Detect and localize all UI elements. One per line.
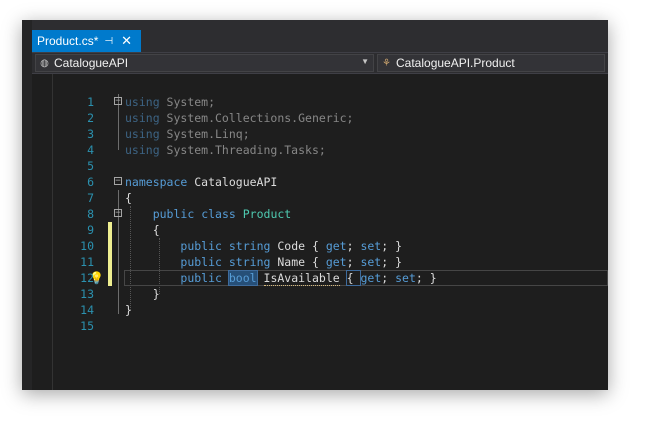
type-dropdown[interactable]: ⚘ CatalogueAPI.Product <box>377 54 605 72</box>
code-line[interactable]: 7 { <box>32 190 608 206</box>
code-text: using System.Linq; <box>125 127 250 141</box>
line-number: 3 <box>87 127 94 141</box>
code-text: } <box>125 303 132 317</box>
property-name: IsAvailable <box>263 271 340 286</box>
line-number: 5 <box>87 159 94 173</box>
code-line[interactable]: 8 − public class Product <box>32 206 608 222</box>
line-number: 10 <box>80 239 94 253</box>
code-line[interactable]: 13 } <box>32 286 608 302</box>
code-text: public class Product <box>152 207 292 221</box>
code-editor[interactable]: 💡 1 − using System; 2 using System.Colle… <box>32 74 608 390</box>
line-number: 13 <box>80 287 94 301</box>
line-number: 15 <box>80 319 94 333</box>
line-number: 7 <box>87 191 94 205</box>
code-text: { <box>125 191 132 205</box>
line-number: 9 <box>87 223 94 237</box>
collapse-icon[interactable]: − <box>114 97 122 106</box>
line-number: 1 <box>87 95 94 109</box>
tool-window-strip[interactable] <box>22 20 32 390</box>
code-line[interactable]: 2 using System.Collections.Generic; <box>32 110 608 126</box>
line-number: 4 <box>87 143 94 157</box>
code-line[interactable]: 6 − namespace CatalogueAPI <box>32 174 608 190</box>
code-line[interactable]: 3 using System.Linq; <box>32 126 608 142</box>
tab-title: Product.cs* <box>37 34 99 48</box>
navigation-bar: ◍ CatalogueAPI ▼ ⚘ CatalogueAPI.Product <box>32 52 608 74</box>
code-line[interactable]: 9 { <box>32 222 608 238</box>
project-dropdown-value: CatalogueAPI <box>54 56 129 70</box>
line-number: 11 <box>80 255 94 269</box>
code-text: using System.Threading.Tasks; <box>125 143 326 157</box>
line-number: 2 <box>87 111 94 125</box>
namespace-icon: ◍ <box>40 57 49 69</box>
close-icon[interactable]: ✕ <box>121 34 132 49</box>
collapse-icon[interactable]: − <box>114 209 122 218</box>
code-line-current[interactable]: 12 public bool IsAvailable { get; set; } <box>32 270 608 286</box>
code-text: using System.Collections.Generic; <box>125 111 354 125</box>
line-number: 14 <box>80 303 94 317</box>
code-text: { <box>152 223 160 237</box>
code-line[interactable]: 15 <box>32 318 608 334</box>
code-line[interactable]: 14 } <box>32 302 608 318</box>
code-text: public string Name { get; set; } <box>180 255 403 269</box>
code-line[interactable]: 11 public string Name { get; set; } <box>32 254 608 270</box>
document-tab-bar: Product.cs* ⊣ ✕ <box>32 30 608 52</box>
project-dropdown[interactable]: ◍ CatalogueAPI ▼ <box>35 54 374 72</box>
type-dropdown-value: CatalogueAPI.Product <box>396 56 515 70</box>
pin-icon[interactable]: ⊣ <box>104 36 113 47</box>
collapse-icon[interactable]: − <box>114 177 122 186</box>
code-text: public bool IsAvailable { get; set; } <box>180 270 437 286</box>
line-number: 12 <box>80 271 94 285</box>
line-number: 8 <box>87 207 94 221</box>
chevron-down-icon[interactable]: ▼ <box>361 57 369 66</box>
line-number: 6 <box>87 175 94 189</box>
code-text: public string Code { get; set; } <box>180 239 403 253</box>
tab-product-cs[interactable]: Product.cs* ⊣ ✕ <box>32 30 141 52</box>
code-line[interactable]: 1 − using System; <box>32 94 608 110</box>
code-line[interactable]: 4 using System.Threading.Tasks; <box>32 142 608 158</box>
code-text: namespace CatalogueAPI <box>125 175 278 189</box>
class-icon: ⚘ <box>382 57 391 69</box>
code-text: using System; <box>125 95 216 109</box>
editor-window: Product.cs* ⊣ ✕ ◍ CatalogueAPI ▼ ⚘ Catal… <box>22 20 608 390</box>
code-text: } <box>152 287 160 301</box>
code-line[interactable]: 10 public string Code { get; set; } <box>32 238 608 254</box>
code-line[interactable]: 5 <box>32 158 608 174</box>
selected-keyword: bool <box>227 270 258 286</box>
